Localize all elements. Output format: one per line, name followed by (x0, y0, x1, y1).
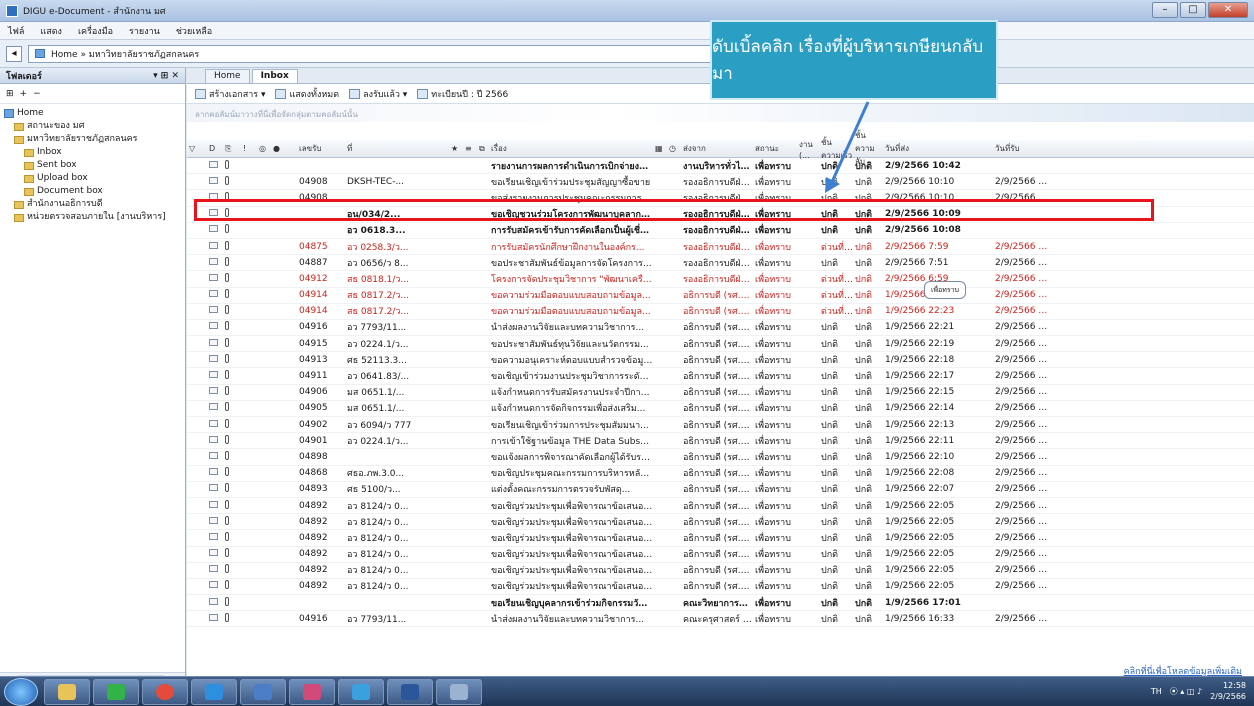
callout-arrow (825, 101, 870, 193)
